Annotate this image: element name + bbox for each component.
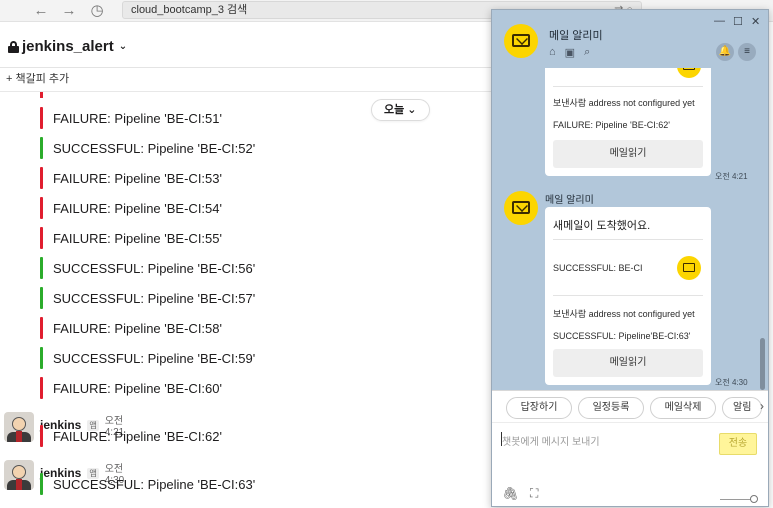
date-divider-button[interactable]: 오늘 ⌄ <box>371 99 430 121</box>
message-text: FAILURE: Pipeline 'BE-CI:55' <box>53 230 222 246</box>
close-icon[interactable]: ✕ <box>751 15 760 28</box>
list-item: FAILURE: Pipeline 'BE-CI:60' <box>40 377 222 399</box>
message-text: FAILURE: Pipeline 'BE-CI:58' <box>53 320 222 336</box>
success-bar <box>40 347 43 369</box>
search-text: cloud_bootcamp_3 검색 <box>131 4 248 16</box>
forward-icon[interactable]: → <box>60 2 78 20</box>
failure-bar <box>40 107 43 129</box>
delete-mail-button[interactable]: 메일삭제 <box>650 397 716 419</box>
message-text: SUCCESSFUL: Pipeline 'BE-CI:63' <box>53 476 256 492</box>
mail-bot-avatar-icon[interactable] <box>504 24 538 58</box>
mail-headline: 새메일이 도착했어요. <box>553 220 651 232</box>
message-text: FAILURE: Pipeline 'BE-CI:54' <box>53 200 222 216</box>
read-mail-button[interactable]: 메일읽기 <box>553 349 703 377</box>
mail-notification-card: 새메일이 도착했어요. SUCCESSFUL: BE-CI 보낸사람 addre… <box>545 207 711 385</box>
list-item: FAILURE: Pipeline 'BE-CI:58' <box>40 317 222 339</box>
failure-bar <box>40 425 43 447</box>
slider-handle[interactable] <box>750 495 758 503</box>
read-mail-button[interactable]: 메일읽기 <box>553 140 703 168</box>
screen-capture-icon[interactable]: ⛶ <box>530 486 538 501</box>
chatbot-header: — ☐ ✕ 메일 알리미 ⌂ ▣ ⌕ 🔔 ≡ <box>492 10 768 68</box>
failure-bar <box>40 317 43 339</box>
mail-subject: SUCCESSFUL: Pipeline'BE-CI:63' <box>553 331 691 341</box>
home-icon[interactable]: ⌂ <box>549 46 556 59</box>
chat-messages: 보낸사람 address not configured yet FAILURE:… <box>492 68 768 390</box>
sender-label: 보낸사람 address not configured yet <box>553 98 695 108</box>
list-item: SUCCESSFUL: Pipeline 'BE-CI:52' <box>40 137 255 159</box>
menu-icon[interactable]: ≡ <box>738 43 756 61</box>
failure-bar <box>40 227 43 249</box>
sender-block: jenkins 앱 오전 4:30 <box>4 460 124 490</box>
sender-block: jenkins 앱 오전 4:21 <box>4 412 124 442</box>
opacity-slider[interactable] <box>720 499 754 500</box>
message-input[interactable]: 챗봇에게 메시지 보내기 <box>502 433 600 448</box>
failure-bar <box>40 377 43 399</box>
add-bookmark-button[interactable]: + 책갈피 추가 <box>0 68 500 92</box>
send-button[interactable]: 전송 <box>719 433 757 455</box>
bubble-timestamp: 오전 4:21 <box>715 172 748 181</box>
channel-title[interactable]: jenkins_alert ⌄ <box>8 38 127 55</box>
chevron-down-icon: ⌄ <box>118 41 128 52</box>
bell-icon[interactable]: 🔔 <box>716 43 734 61</box>
avatar[interactable] <box>4 460 34 490</box>
mail-subject: FAILURE: Pipeline 'BE-CI:62' <box>553 120 670 130</box>
chatbot-window: — ☐ ✕ 메일 알리미 ⌂ ▣ ⌕ 🔔 ≡ 보낸사람 address not … <box>491 9 769 507</box>
mail-icon <box>677 256 701 280</box>
bubble-timestamp: 오전 4:30 <box>715 378 748 387</box>
mail-bot-avatar-icon[interactable] <box>504 191 538 225</box>
chat-title: 메일 알리미 <box>549 30 603 42</box>
success-bar <box>40 473 43 495</box>
list-item: FAILURE: Pipeline 'BE-CI:53' <box>40 167 222 189</box>
avatar[interactable] <box>4 412 34 442</box>
message-text: SUCCESSFUL: Pipeline 'BE-CI:57' <box>53 290 256 306</box>
list-item: FAILURE: Pipeline 'BE-CI:51' <box>40 107 222 129</box>
schedule-button[interactable]: 일정등록 <box>578 397 644 419</box>
failure-bar <box>40 197 43 219</box>
channel-name: jenkins_alert <box>22 38 114 55</box>
success-bar <box>40 257 43 279</box>
mail-icon <box>677 68 701 78</box>
paperclip-icon[interactable]: 🖇 <box>502 486 519 502</box>
message-list: 오늘 ⌄ FAILURE: Pipeline 'BE-CI:51' SUCCESS… <box>0 92 500 508</box>
list-item: SUCCESSFUL: Pipeline 'BE-CI:56' <box>40 257 255 279</box>
lock-icon <box>8 40 19 53</box>
list-item: FAILURE: Pipeline 'BE-CI:62' <box>40 425 222 447</box>
message-composer: 챗봇에게 메시지 보내기 전송 🖇 ⛶ <box>492 422 768 506</box>
failure-bar <box>40 167 43 189</box>
history-icon[interactable]: ◷ <box>88 2 106 20</box>
previous-message-bar <box>40 92 43 98</box>
chevron-right-icon[interactable]: › <box>760 399 764 413</box>
notification-button[interactable]: 알림 <box>722 397 762 419</box>
message-text: FAILURE: Pipeline 'BE-CI:60' <box>53 380 222 396</box>
back-icon[interactable]: ← <box>32 2 50 20</box>
mail-preview: SUCCESSFUL: BE-CI <box>553 263 643 273</box>
list-item: SUCCESSFUL: Pipeline 'BE-CI:57' <box>40 287 255 309</box>
quick-reply-bar: 답장하기 일정등록 메일삭제 알림 › <box>492 390 768 422</box>
channel-header: jenkins_alert ⌄ <box>0 22 500 68</box>
bot-name: 메일 알리미 <box>545 195 594 206</box>
message-text: FAILURE: Pipeline 'BE-CI:51' <box>53 110 222 126</box>
list-item: SUCCESSFUL: Pipeline 'BE-CI:59' <box>40 347 255 369</box>
maximize-icon[interactable]: ☐ <box>733 15 743 28</box>
success-bar <box>40 287 43 309</box>
inbox-icon[interactable]: ▣ <box>565 46 575 59</box>
chat-scrollbar[interactable] <box>760 338 765 390</box>
message-text: SUCCESSFUL: Pipeline 'BE-CI:52' <box>53 140 256 156</box>
search-icon[interactable]: ⌕ <box>584 46 590 59</box>
message-text: FAILURE: Pipeline 'BE-CI:53' <box>53 170 222 186</box>
list-item: FAILURE: Pipeline 'BE-CI:55' <box>40 227 222 249</box>
list-item: SUCCESSFUL: Pipeline 'BE-CI:63' <box>40 473 255 495</box>
success-bar <box>40 137 43 159</box>
message-text: FAILURE: Pipeline 'BE-CI:62' <box>53 428 222 444</box>
minimize-icon[interactable]: — <box>714 15 725 27</box>
list-item: FAILURE: Pipeline 'BE-CI:54' <box>40 197 222 219</box>
mail-notification-card: 보낸사람 address not configured yet FAILURE:… <box>545 68 711 176</box>
reply-button[interactable]: 답장하기 <box>506 397 572 419</box>
sender-label: 보낸사람 address not configured yet <box>553 309 695 319</box>
message-text: SUCCESSFUL: Pipeline 'BE-CI:59' <box>53 350 256 366</box>
message-text: SUCCESSFUL: Pipeline 'BE-CI:56' <box>53 260 256 276</box>
